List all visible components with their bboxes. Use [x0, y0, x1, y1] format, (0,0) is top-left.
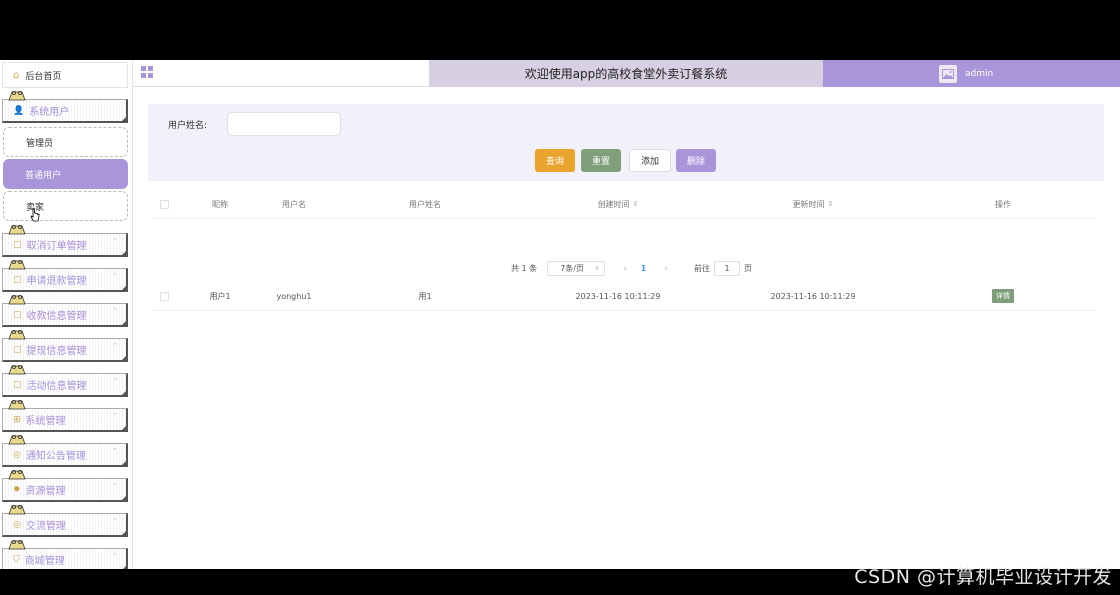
binder-clip-icon	[8, 294, 26, 305]
binder-clip-icon	[8, 364, 26, 375]
username-search-input[interactable]	[227, 112, 341, 136]
bell-icon: ◎	[13, 449, 21, 460]
cart-icon: ⛉	[13, 554, 20, 565]
sidebar-item-label: 普通用户	[25, 170, 62, 181]
chat-icon: ◎	[13, 519, 21, 530]
search-panel: 用户姓名: 查询 重置 添加 删除	[148, 104, 1104, 181]
chevron-icon: ⌃	[112, 482, 118, 490]
page-title: 欢迎使用app的高校食堂外卖订餐系统	[429, 60, 823, 87]
binder-clip-icon	[8, 399, 26, 410]
column-header-sortable[interactable]: 更新时间 ⇕	[716, 190, 910, 218]
binder-clip-icon	[8, 434, 26, 445]
sidebar-menu-cancel-order[interactable]: ▢ 取消订单管理 ⌃	[2, 224, 130, 257]
sidebar-menu-system[interactable]: ⊞ 系统管理 ⌃	[2, 399, 130, 432]
table-cell: yonghu1	[276, 291, 312, 301]
binder-clip-icon	[8, 259, 26, 270]
prev-page-icon[interactable]: ‹	[623, 264, 627, 274]
column-header: 用户名	[282, 199, 306, 209]
sidebar-home[interactable]: ⌂ 后台首页	[2, 62, 128, 88]
sidebar-menu-withdraw-info[interactable]: ▢ 提现信息管理 ⌃	[2, 329, 130, 362]
delete-button[interactable]: 删除	[676, 149, 716, 172]
chevron-down-icon: ∨	[594, 265, 600, 272]
table-cell: 用户1	[209, 291, 231, 301]
reset-button[interactable]: 重置	[581, 149, 621, 172]
column-header-sortable[interactable]: 创建时间 ⇕	[520, 190, 716, 218]
mouse-pointer-icon	[30, 208, 40, 222]
chevron-icon: ⌃	[112, 237, 118, 245]
sidebar-group-system-users[interactable]: 👤 系统用户	[2, 90, 130, 123]
column-header: 用户姓名	[409, 199, 441, 209]
chevron-icon: ⌃	[112, 552, 118, 560]
binder-clip-icon	[8, 469, 26, 480]
current-page[interactable]: 1	[641, 264, 647, 273]
image-icon	[942, 68, 954, 79]
binder-clip-icon	[8, 90, 26, 101]
sidebar: ⌂ 后台首页 👤 系统用户 管理员 普通用户 卖家 ▢ 取消订单管理 ⌃ ▢ 申…	[0, 60, 133, 569]
sidebar-menu-communication[interactable]: ◎ 交流管理 ⌃	[2, 504, 130, 537]
user-menu[interactable]: admin	[823, 60, 1120, 87]
row-checkbox[interactable]	[159, 291, 169, 301]
total-count: 共 1 条	[511, 264, 538, 273]
top-header: 欢迎使用app的高校食堂外卖订餐系统 admin	[133, 60, 1120, 87]
sidebar-item-admin[interactable]: 管理员	[3, 127, 128, 157]
doc-icon: ▢	[13, 274, 22, 285]
table-cell: 2023-11-16 10:11:29	[770, 291, 856, 301]
sidebar-menu-mall[interactable]: ⛉ 商城管理 ⌃	[2, 539, 130, 569]
goto-label: 前往	[693, 264, 710, 273]
grid-icon: ⊞	[13, 414, 21, 425]
sidebar-home-label: 后台首页	[25, 71, 62, 82]
page-size-select[interactable]: 7条/页 ∨	[547, 261, 606, 276]
sidebar-item-seller[interactable]: 卖家	[3, 191, 128, 221]
table-cell: 用1	[418, 291, 432, 301]
page-unit: 页	[743, 264, 752, 273]
binder-clip-icon	[8, 329, 26, 340]
column-header: 昵称	[212, 199, 228, 209]
next-page-icon[interactable]: ›	[664, 264, 668, 274]
sort-icon[interactable]: ⇕	[828, 200, 834, 208]
doc-icon: ▢	[13, 344, 22, 355]
chevron-icon: ⌃	[112, 412, 118, 420]
avatar[interactable]	[939, 64, 957, 83]
sidebar-item-normal-user[interactable]: 普通用户	[3, 159, 128, 189]
query-button[interactable]: 查询	[535, 149, 575, 172]
goto-page-input[interactable]: 1	[713, 261, 740, 276]
table-cell: 2023-11-16 10:11:29	[575, 291, 661, 301]
sidebar-item-label: 管理员	[26, 138, 54, 149]
user-icon: 👤	[13, 105, 25, 116]
chevron-icon: ⌃	[112, 272, 118, 280]
detail-button[interactable]: 详情	[992, 289, 1014, 303]
add-button[interactable]: 添加	[629, 149, 671, 172]
pagination: 共 1 条 7条/页 ∨ ‹ 1 › 前往 1 页	[511, 260, 752, 277]
binder-clip-icon	[8, 224, 26, 235]
menu-grid-icon[interactable]	[141, 66, 153, 78]
search-label: 用户姓名:	[168, 121, 208, 131]
app-window: ⌂ 后台首页 👤 系统用户 管理员 普通用户 卖家 ▢ 取消订单管理 ⌃ ▢ 申…	[0, 60, 1120, 569]
username: admin	[965, 68, 994, 79]
sidebar-menu-activity-info[interactable]: ▢ 活动信息管理 ⌃	[2, 364, 130, 397]
binder-clip-icon	[8, 504, 26, 515]
chevron-icon: ⌃	[112, 517, 118, 525]
sun-icon: ✹	[13, 484, 21, 495]
home-icon: ⌂	[13, 69, 20, 81]
chevron-icon: ⌃	[112, 447, 118, 455]
doc-icon: ▢	[13, 379, 22, 390]
sort-icon[interactable]: ⇕	[633, 200, 639, 208]
chevron-icon: ⌃	[112, 342, 118, 350]
watermark: CSDN @计算机毕业设计开发	[854, 566, 1112, 588]
select-all-checkbox[interactable]	[159, 199, 169, 209]
column-header: 操作	[995, 199, 1011, 209]
doc-icon: ▢	[13, 239, 22, 250]
sidebar-group-label: 系统用户	[29, 107, 70, 118]
doc-icon: ▢	[13, 309, 22, 320]
chevron-icon: ⌃	[112, 377, 118, 385]
sidebar-menu-notice[interactable]: ◎ 通知公告管理 ⌃	[2, 434, 130, 467]
sidebar-menu-resource[interactable]: ✹ 资源管理 ⌃	[2, 469, 130, 502]
sidebar-menu-payment-info[interactable]: ▢ 收款信息管理 ⌃	[2, 294, 130, 327]
chevron-icon: ⌃	[112, 307, 118, 315]
table-header-row: 昵称 用户名 用户姓名 创建时间 ⇕ 更新时间 ⇕ 操作	[152, 190, 1096, 219]
binder-clip-icon	[8, 539, 26, 550]
sidebar-menu-refund[interactable]: ▢ 申请退款管理 ⌃	[2, 259, 130, 292]
